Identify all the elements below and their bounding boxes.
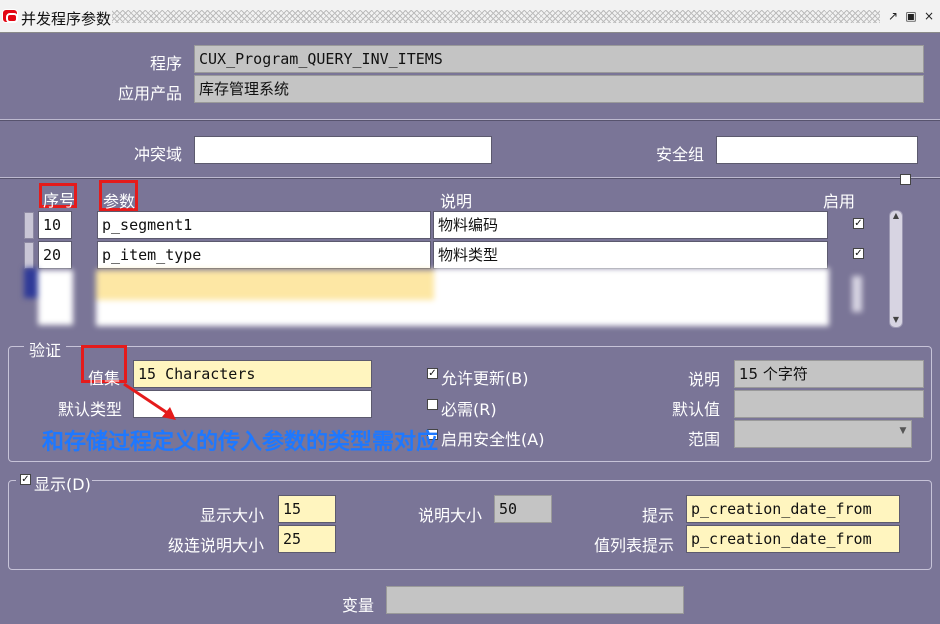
divider-shadow <box>0 120 940 121</box>
oracle-logo-icon <box>2 9 18 23</box>
param-column-header: 参数 <box>103 192 136 211</box>
application-label: 应用产品 <box>117 84 182 103</box>
default-type-label: 默认类型 <box>57 400 122 419</box>
default-value-label: 默认值 <box>671 400 720 419</box>
required-label: 必需(R) <box>441 400 497 419</box>
scroll-up-icon[interactable]: ▲ <box>891 212 901 220</box>
scroll-down-icon[interactable]: ▼ <box>891 316 901 324</box>
desc-size-field[interactable]: 50 <box>494 495 552 523</box>
table-scrollbar[interactable] <box>889 210 903 328</box>
close-icon[interactable]: × <box>922 8 936 24</box>
default-value-field[interactable] <box>734 390 924 418</box>
security-label: 启用安全性(A) <box>441 430 545 449</box>
table-corner-box[interactable] <box>900 174 911 185</box>
desc-column-header: 说明 <box>440 192 473 211</box>
validation-desc-field[interactable]: 15 个字符 <box>734 360 924 388</box>
enabled-column-header: 启用 <box>823 192 856 211</box>
enabled-checkbox[interactable]: ✓ <box>853 218 864 229</box>
display-size-label: 显示大小 <box>199 506 264 525</box>
application-field[interactable]: 库存管理系统 <box>194 75 924 103</box>
security-group-label: 安全组 <box>655 145 704 164</box>
lov-prompt-label: 值列表提示 <box>593 536 674 555</box>
value-set-label: 值集 <box>88 369 121 388</box>
required-checkbox[interactable] <box>427 399 438 410</box>
desc-size-label: 说明大小 <box>417 506 482 525</box>
variable-field[interactable] <box>386 586 684 614</box>
validation-section-label: 验证 <box>24 337 67 361</box>
conflict-domain-label: 冲突域 <box>133 145 182 164</box>
conflict-domain-field[interactable] <box>194 136 492 164</box>
blurred-rows <box>24 264 862 330</box>
allow-update-checkbox[interactable]: ✓ <box>427 368 438 379</box>
row-selector[interactable] <box>24 212 34 239</box>
security-group-field[interactable] <box>716 136 918 164</box>
restore-icon[interactable]: ↗ <box>886 8 900 24</box>
display-section-label: 显示(D) <box>34 475 91 494</box>
divider-shadow <box>0 178 940 179</box>
validation-desc-label: 说明 <box>687 370 720 389</box>
prompt-field[interactable]: p_creation_date_from <box>686 495 900 523</box>
seq-column-header: 序号 <box>43 191 76 210</box>
lov-prompt-field[interactable]: p_creation_date_from <box>686 525 900 553</box>
concat-desc-size-field[interactable]: 25 <box>278 525 336 553</box>
variable-label: 变量 <box>341 596 374 615</box>
range-label: 范围 <box>687 430 720 449</box>
arrow-icon <box>123 382 176 420</box>
allow-update-label: 允许更新(B) <box>441 369 529 388</box>
display-size-field[interactable]: 15 <box>278 495 336 523</box>
desc-cell[interactable]: 物料编码 <box>433 211 828 239</box>
window-title: 并发程序参数 <box>21 10 112 28</box>
maximize-icon[interactable]: ▣ <box>904 8 918 24</box>
concat-desc-size-label: 级连说明大小 <box>167 536 264 555</box>
seq-cell[interactable]: 10 <box>38 211 72 239</box>
param-cell[interactable]: p_segment1 <box>97 211 431 239</box>
chevron-down-icon[interactable]: ▼ <box>898 426 908 436</box>
program-label: 程序 <box>149 54 182 73</box>
annotation-text: 和存储过程定义的传入参数的类型需对应 <box>42 430 439 455</box>
range-select[interactable] <box>734 420 912 448</box>
enabled-checkbox[interactable]: ✓ <box>853 248 864 259</box>
title-bar-pattern <box>112 10 880 23</box>
display-checkbox[interactable]: ✓ <box>20 474 31 485</box>
program-field[interactable]: CUX_Program_QUERY_INV_ITEMS <box>194 45 924 73</box>
prompt-label: 提示 <box>641 506 674 525</box>
